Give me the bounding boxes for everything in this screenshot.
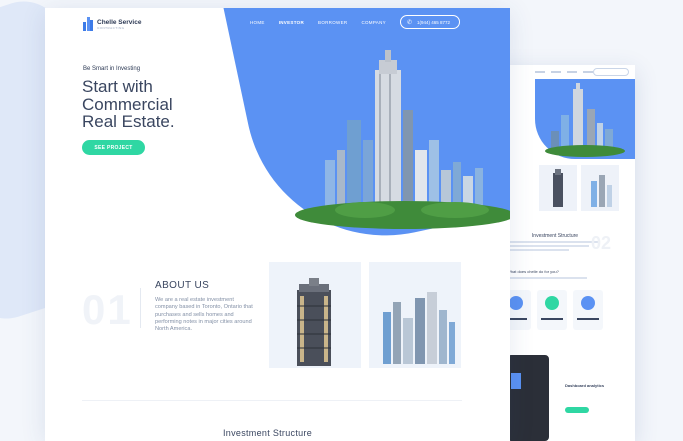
- back-phone-pill: [593, 68, 629, 76]
- back-text-line: [509, 245, 589, 247]
- about-title: ABOUT US: [155, 280, 210, 291]
- section-divider: [140, 288, 141, 328]
- hero-skyline-image: [295, 50, 510, 229]
- hero-headline: Start with Commercial Real Estate.: [82, 78, 222, 131]
- back-feature-card: [573, 290, 603, 330]
- back-section-number: 02: [591, 233, 612, 253]
- nav-borrower[interactable]: BORROWER: [318, 20, 347, 25]
- back-hero: [535, 79, 635, 159]
- headline-line: Start with: [82, 77, 153, 96]
- back-device-screen: [507, 355, 549, 441]
- back-card-1: [539, 165, 577, 211]
- nav-home[interactable]: HOME: [250, 20, 265, 25]
- back-question: What does chelle do for you?: [507, 269, 559, 274]
- brand-logo[interactable]: Chelle Service CONTRACTING: [83, 17, 141, 31]
- nav-company[interactable]: COMPANY: [361, 20, 386, 25]
- skyline-image: [369, 262, 461, 368]
- hero-tagline: Be Smart in Investing: [83, 66, 141, 72]
- back-text-line: [509, 277, 587, 279]
- building-logo-icon: [83, 17, 93, 31]
- section-separator: [82, 400, 462, 401]
- back-text-line: [509, 241, 599, 243]
- tower-image: [269, 262, 361, 368]
- back-nav: [535, 71, 593, 73]
- phone-number: 1(944) 465 8772: [417, 19, 451, 25]
- main-nav: HOME INVESTOR BORROWER COMPANY: [250, 20, 386, 25]
- back-analytics-title: Dashboard analytics: [565, 383, 605, 388]
- front-page: Chelle Service CONTRACTING HOME INVESTOR…: [45, 8, 510, 441]
- investment-structure-title: Investment Structure: [223, 428, 313, 438]
- back-text-line: [509, 249, 569, 251]
- brand-subtitle: CONTRACTING: [97, 25, 125, 30]
- mockup-stage: Investment Structure 02 What does chelle…: [0, 0, 683, 441]
- about-text: We are a real estate investment company …: [155, 297, 253, 333]
- headline-line: Commercial: [82, 94, 173, 114]
- back-analytics-button[interactable]: [565, 407, 589, 413]
- back-page-preview: Investment Structure 02 What does chelle…: [495, 65, 635, 441]
- back-skyline-image: [545, 83, 625, 157]
- nav-investor[interactable]: INVESTOR: [279, 20, 304, 25]
- headline-line: Real Estate.: [82, 112, 175, 131]
- see-project-button[interactable]: SEE PROJECT: [82, 140, 145, 155]
- phone-icon: ✆: [407, 19, 413, 26]
- phone-button[interactable]: ✆ 1(944) 465 8772: [400, 15, 460, 29]
- brand-name: Chelle Service: [97, 18, 142, 26]
- back-feature-card: [537, 290, 567, 330]
- section-number: 01: [82, 286, 133, 333]
- back-card-2: [581, 165, 619, 211]
- back-section-title: Investment Structure: [531, 233, 579, 239]
